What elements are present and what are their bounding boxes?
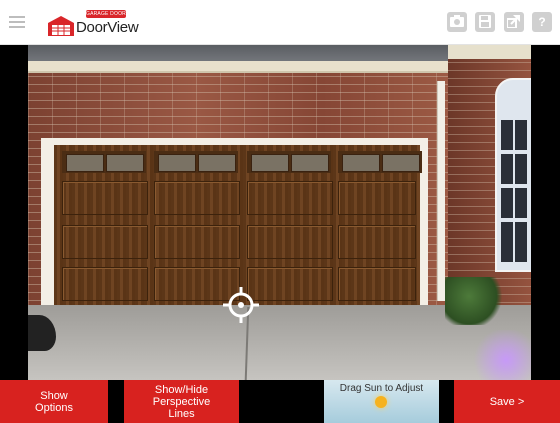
door-panel (338, 267, 416, 301)
header-tools: ? (443, 12, 552, 32)
door-panel (247, 267, 333, 301)
downspout (437, 81, 445, 301)
door-window (247, 151, 331, 173)
door-panel (62, 225, 148, 259)
sun-icon[interactable] (375, 396, 387, 408)
door-panel (247, 181, 333, 215)
door-window (154, 151, 238, 173)
doorview-logo: GARAGE DOOR DoorView (48, 10, 139, 40)
house-logo-icon (48, 16, 74, 36)
garage-door-overlay[interactable] (54, 145, 422, 308)
door-panel (154, 181, 240, 215)
door-panel (62, 267, 148, 301)
show-options-button[interactable]: Show Options (0, 380, 108, 423)
camera-icon[interactable] (446, 12, 467, 32)
app-header: GARAGE DOOR DoorView ? (0, 0, 560, 45)
show-options-label: Show Options (35, 389, 73, 414)
position-target-icon[interactable] (223, 287, 259, 323)
hamburger-menu-icon[interactable] (9, 16, 25, 29)
perspective-lines-label: Show/Hide Perspective Lines (152, 383, 211, 420)
door-panel (247, 225, 333, 259)
perspective-lines-button[interactable]: Show/Hide Perspective Lines (124, 380, 239, 423)
share-icon[interactable] (503, 12, 524, 32)
save-icon[interactable] (475, 12, 496, 32)
help-icon[interactable]: ? (532, 12, 552, 32)
door-window (62, 151, 146, 173)
save-button[interactable]: Save > (454, 380, 560, 423)
door-panel (62, 181, 148, 215)
bottom-action-bar: Show Options Show/Hide Perspective Lines… (0, 380, 560, 423)
door-window (338, 151, 422, 173)
bush (445, 277, 505, 325)
house-window (495, 78, 531, 272)
sun-adjust-label: Drag Sun to Adjust (339, 383, 424, 394)
logo-badge: GARAGE DOOR (86, 10, 126, 18)
logo-text: DoorView (76, 19, 139, 36)
roof-fascia (28, 61, 478, 73)
door-panel (154, 225, 240, 259)
sun-glow (471, 330, 531, 380)
house-photo-preview[interactable] (28, 45, 531, 380)
door-panel (338, 225, 416, 259)
gutter (448, 45, 531, 59)
save-label: Save > (489, 395, 525, 408)
door-panel (338, 181, 416, 215)
sun-adjust-control[interactable]: Drag Sun to Adjust (324, 380, 439, 423)
